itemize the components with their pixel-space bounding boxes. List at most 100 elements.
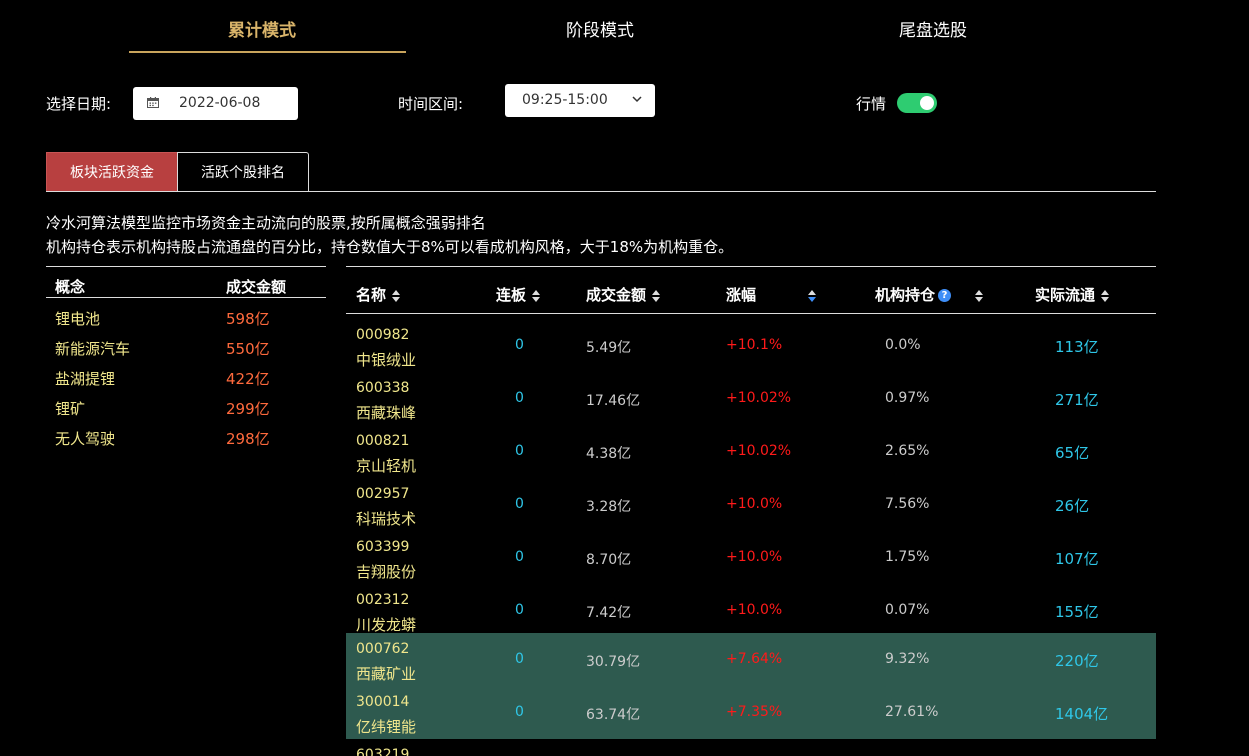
market-toggle[interactable] (897, 93, 937, 113)
tab-closing-pick[interactable]: 尾盘选股 (899, 16, 967, 41)
table-row[interactable]: 002957 科瑞技术 0 3.28亿 +10.0% 7.56% 26亿 (346, 478, 1156, 531)
table-row[interactable]: 002312 川发龙蟒 0 7.42亿 +10.0% 0.07% 155亿 (346, 584, 1156, 637)
concept-amount: 422亿 (226, 370, 270, 388)
tab-active-stock-ranking[interactable]: 活跃个股排名 (177, 152, 309, 192)
price-change: +10.0% (726, 549, 783, 565)
toggle-knob (920, 96, 934, 110)
trade-amount: 3.28亿 (586, 499, 632, 515)
table-row[interactable]: 603219 (346, 739, 1156, 756)
concept-row[interactable]: 盐湖提锂 422亿 (46, 368, 326, 398)
name-column-header[interactable]: 名称 (356, 284, 401, 305)
float-header-label: 实际流通 (1035, 286, 1096, 304)
actual-float: 1404亿 (1055, 705, 1109, 723)
float-column-header[interactable]: 实际流通 (1035, 284, 1110, 305)
concept-row[interactable]: 锂电池 598亿 (46, 308, 326, 338)
inst-holding: 2.65% (885, 443, 930, 459)
mode-tabs: 累计模式 阶段模式 尾盘选股 (0, 0, 1249, 55)
board-count: 0 (515, 651, 524, 667)
market-label: 行情 (856, 95, 887, 113)
trade-amount: 30.79亿 (586, 654, 641, 670)
inst-holding: 1.75% (885, 549, 930, 565)
table-row-highlighted[interactable]: 300014 亿纬锂能 0 63.74亿 +7.35% 27.61% 1404亿 (346, 686, 1156, 739)
stock-name[interactable]: 川发龙蟒 (356, 614, 416, 635)
concept-header: 概念 (55, 278, 86, 296)
sort-desc-icon[interactable] (808, 289, 817, 302)
trade-amount: 4.38亿 (586, 446, 632, 462)
concept-amount: 299亿 (226, 400, 270, 418)
stock-name[interactable]: 科瑞技术 (356, 508, 416, 529)
sort-icon[interactable] (532, 289, 541, 302)
amount-column-header[interactable]: 成交金额 (586, 284, 661, 305)
concept-amount: 550亿 (226, 340, 270, 358)
board-count: 0 (515, 390, 524, 406)
trade-amount: 7.42亿 (586, 605, 632, 621)
sort-icon[interactable] (652, 289, 661, 302)
tab-sector-active-funds[interactable]: 板块活跃资金 (46, 152, 178, 192)
board-count: 0 (515, 337, 524, 353)
price-change: +10.02% (726, 443, 792, 459)
change-column-header[interactable]: 涨幅 (726, 284, 817, 305)
concept-row[interactable]: 无人驾驶 298亿 (46, 428, 326, 458)
concept-name: 锂矿 (55, 400, 86, 418)
stock-code: 002312 (356, 592, 410, 608)
price-change: +10.02% (726, 390, 792, 406)
sort-icon[interactable] (975, 289, 984, 302)
price-change: +10.0% (726, 602, 783, 618)
header-border (46, 297, 326, 298)
stock-name[interactable]: 亿纬锂能 (356, 716, 416, 737)
stock-code: 000762 (356, 641, 410, 657)
time-range-label: 时间区间: (398, 95, 464, 113)
actual-float: 271亿 (1055, 391, 1099, 409)
board-count: 0 (515, 602, 524, 618)
board-count: 0 (515, 704, 524, 720)
stock-name[interactable]: 中银绒业 (356, 349, 416, 370)
concept-name: 锂电池 (55, 310, 101, 328)
stock-name[interactable]: 西藏珠峰 (356, 402, 416, 423)
name-header-label: 名称 (356, 286, 387, 304)
stock-code: 603219 (356, 747, 410, 756)
inst-holding: 0.07% (885, 602, 930, 618)
concept-name: 盐湖提锂 (55, 370, 116, 388)
time-range-select[interactable]: 09:25-15:00 (505, 84, 655, 117)
table-row-highlighted[interactable]: 000762 西藏矿业 0 30.79亿 +7.64% 9.32% 220亿 (346, 633, 1156, 686)
sort-icon[interactable] (1101, 289, 1110, 302)
concept-row[interactable]: 新能源汽车 550亿 (46, 338, 326, 368)
price-change: +10.1% (726, 337, 783, 353)
stock-name[interactable]: 吉翔股份 (356, 561, 416, 582)
tab-stage-mode[interactable]: 阶段模式 (566, 16, 634, 41)
table-row[interactable]: 000821 京山轻机 0 4.38亿 +10.02% 2.65% 65亿 (346, 425, 1156, 478)
stock-name[interactable]: 西藏矿业 (356, 663, 416, 684)
table-row[interactable]: 000982 中银绒业 0 5.49亿 +10.1% 0.0% 113亿 (346, 319, 1156, 372)
table-border (46, 266, 326, 267)
tab-cumulative-mode[interactable]: 累计模式 (228, 16, 296, 41)
table-row[interactable]: 603399 吉翔股份 0 8.70亿 +10.0% 1.75% 107亿 (346, 531, 1156, 584)
inst-column-header[interactable]: 机构持仓? (875, 284, 984, 305)
stock-name[interactable]: 京山轻机 (356, 455, 416, 476)
calendar-icon (147, 97, 159, 108)
inst-holding: 27.61% (885, 704, 939, 720)
board-column-header[interactable]: 连板 (496, 284, 541, 305)
table-row[interactable]: 600338 西藏珠峰 0 17.46亿 +10.02% 0.97% 271亿 (346, 372, 1156, 425)
tab-divider (46, 191, 1156, 192)
sort-icon[interactable] (392, 289, 401, 302)
concept-row[interactable]: 锂矿 299亿 (46, 398, 326, 428)
stock-code: 600338 (356, 380, 410, 396)
price-change: +7.35% (726, 704, 783, 720)
price-change: +7.64% (726, 651, 783, 667)
help-icon[interactable]: ? (938, 289, 952, 302)
concept-name: 无人驾驶 (55, 430, 116, 448)
inst-holding: 7.56% (885, 496, 930, 512)
price-change: +10.0% (726, 496, 783, 512)
trade-amount: 8.70亿 (586, 552, 632, 568)
stock-code: 300014 (356, 694, 410, 710)
table-border (346, 266, 1156, 267)
trade-amount: 17.46亿 (586, 393, 641, 409)
actual-float: 26亿 (1055, 497, 1090, 515)
trade-amount: 63.74亿 (586, 707, 641, 723)
date-value: 2022-06-08 (179, 95, 261, 111)
concept-amount: 598亿 (226, 310, 270, 328)
inst-holding: 0.0% (885, 337, 921, 353)
date-picker[interactable]: 2022-06-08 (133, 87, 298, 120)
trade-amount: 5.49亿 (586, 340, 632, 356)
header-border (346, 313, 1156, 314)
